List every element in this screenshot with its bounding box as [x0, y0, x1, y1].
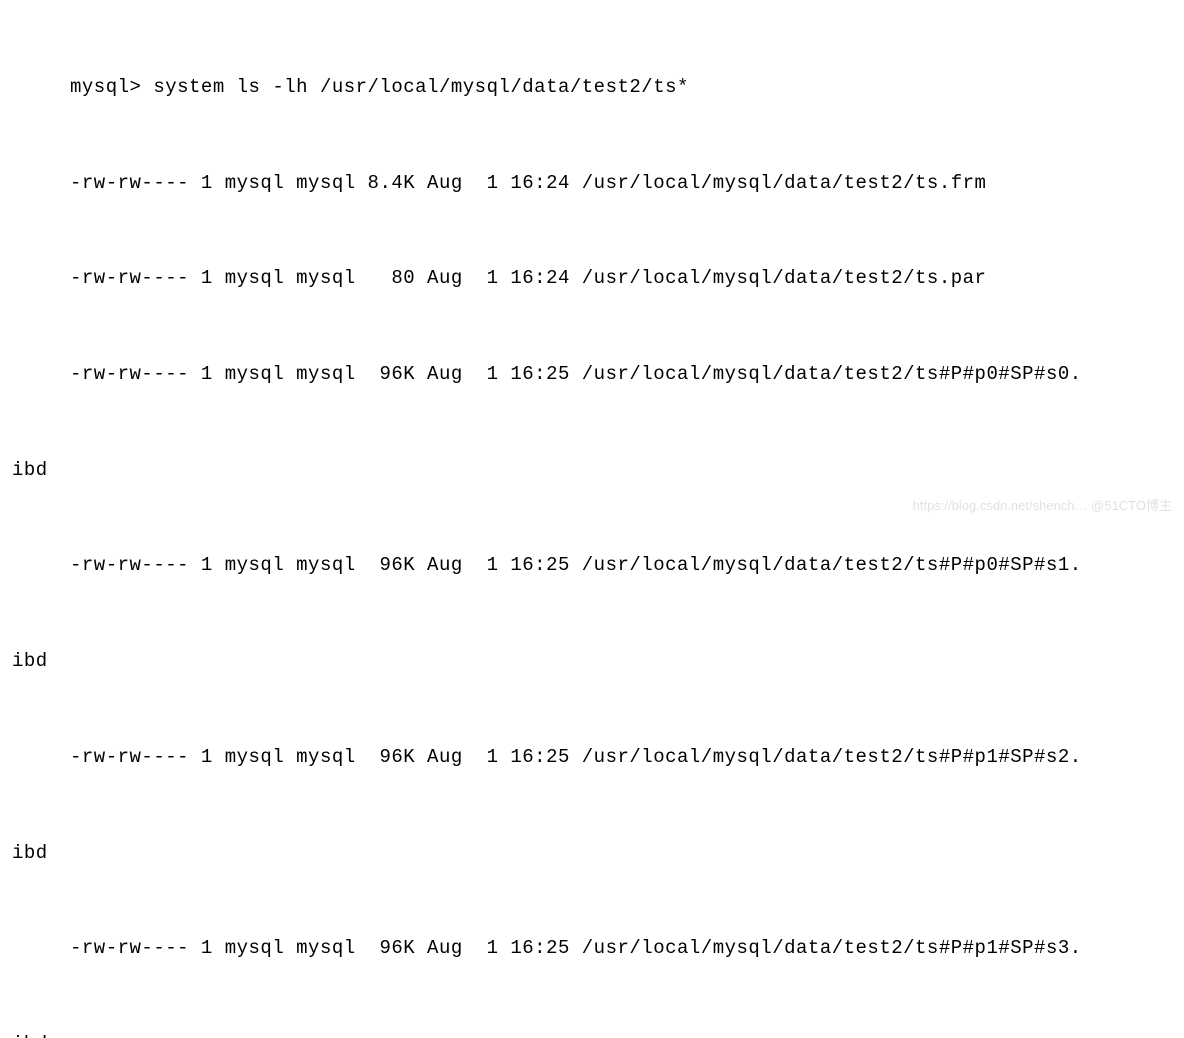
file-row: -rw-rw---- 1 mysql mysql 80 Aug 1 16:24 …: [0, 263, 1184, 295]
wrapped-ext: ibd: [0, 838, 1184, 870]
file-row: -rw-rw---- 1 mysql mysql 8.4K Aug 1 16:2…: [0, 168, 1184, 200]
watermark-text: https://blog.csdn.net/shench… @51CTO博主: [913, 495, 1172, 517]
file-row: -rw-rw---- 1 mysql mysql 96K Aug 1 16:25…: [0, 359, 1184, 391]
terminal-output: mysql> system ls -lh /usr/local/mysql/da…: [0, 8, 1184, 1038]
file-row: -rw-rw---- 1 mysql mysql 96K Aug 1 16:25…: [0, 933, 1184, 965]
wrapped-ext: ibd: [0, 1029, 1184, 1038]
command-line: mysql> system ls -lh /usr/local/mysql/da…: [0, 72, 1184, 104]
wrapped-ext: ibd: [0, 455, 1184, 487]
file-row: -rw-rw---- 1 mysql mysql 96K Aug 1 16:25…: [0, 550, 1184, 582]
wrapped-ext: ibd: [0, 646, 1184, 678]
file-row: -rw-rw---- 1 mysql mysql 96K Aug 1 16:25…: [0, 742, 1184, 774]
